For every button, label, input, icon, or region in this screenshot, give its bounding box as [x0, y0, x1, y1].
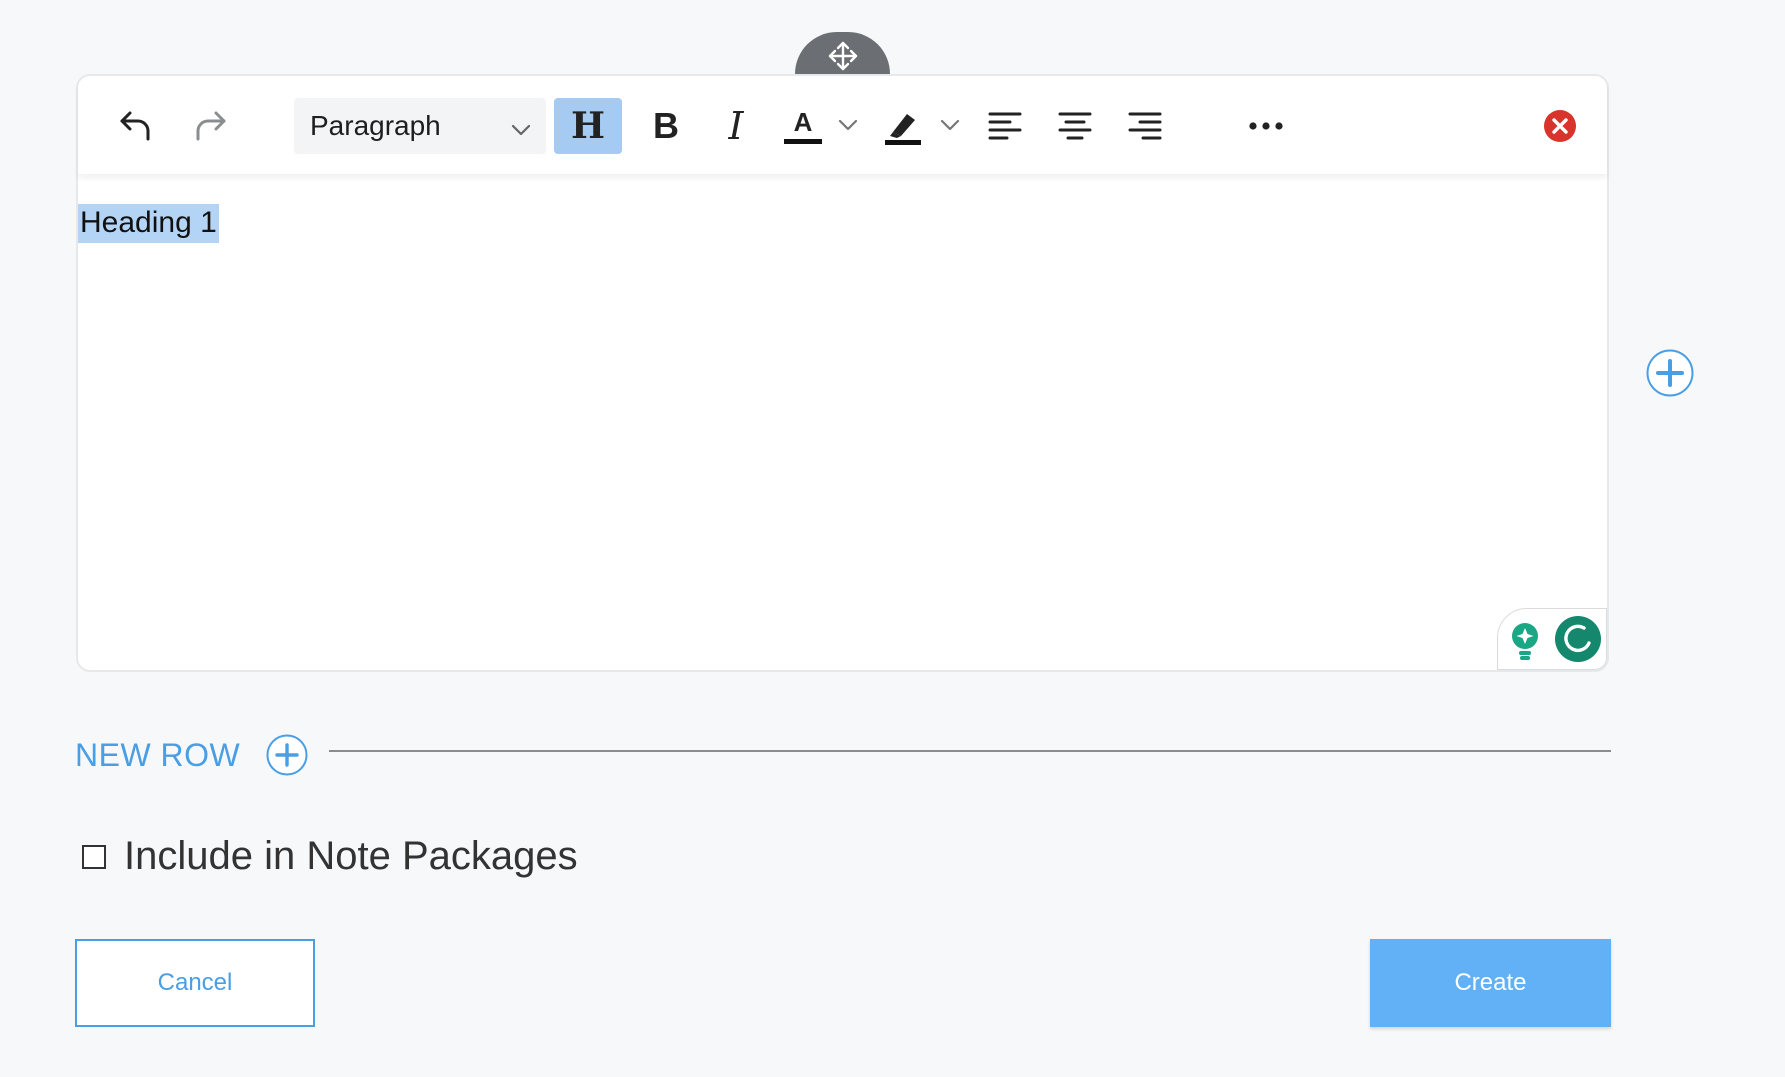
- highlight-button[interactable]: [878, 98, 928, 154]
- include-checkbox[interactable]: [82, 844, 106, 869]
- align-right-button[interactable]: [1120, 98, 1170, 154]
- chevron-down-icon: [510, 116, 532, 148]
- undo-icon: [118, 108, 154, 144]
- more-icon: [1248, 121, 1284, 131]
- font-color-dropdown[interactable]: [834, 110, 862, 140]
- align-center-icon: [1057, 110, 1093, 142]
- block-format-select[interactable]: Paragraph: [294, 98, 546, 154]
- chevron-down-icon: [939, 114, 961, 136]
- include-label[interactable]: Include in Note Packages: [124, 834, 578, 879]
- lightbulb-icon[interactable]: [1508, 621, 1542, 666]
- cancel-button[interactable]: Cancel: [75, 939, 315, 1027]
- add-row-button[interactable]: [266, 734, 308, 776]
- editor-toolbar: Paragraph H B I A: [78, 76, 1607, 174]
- new-row-label[interactable]: NEW ROW: [75, 737, 240, 774]
- include-in-note-packages: Include in Note Packages: [82, 834, 578, 879]
- plus-circle-icon: [1646, 349, 1694, 401]
- rich-text-editor[interactable]: Paragraph H B I A Heading 1: [76, 74, 1609, 672]
- editor-content[interactable]: Heading 1: [78, 204, 219, 243]
- drag-handle[interactable]: [795, 32, 890, 74]
- undo-button[interactable]: [112, 104, 160, 148]
- align-left-icon: [987, 110, 1023, 142]
- heading-button[interactable]: H: [554, 98, 622, 154]
- move-icon: [827, 40, 859, 77]
- font-color-letter: A: [793, 107, 813, 137]
- align-center-button[interactable]: [1050, 98, 1100, 154]
- block-format-value: Paragraph: [310, 110, 441, 141]
- align-left-button[interactable]: [980, 98, 1030, 154]
- selected-heading-text[interactable]: Heading 1: [78, 204, 219, 243]
- align-right-icon: [1127, 110, 1163, 142]
- highlighter-icon: [883, 106, 923, 146]
- plus-circle-icon: [266, 734, 308, 776]
- grammarly-widget[interactable]: [1497, 608, 1607, 670]
- create-button[interactable]: Create: [1370, 939, 1611, 1027]
- close-icon: [1543, 109, 1577, 143]
- close-editor-button[interactable]: [1538, 104, 1582, 148]
- font-color-button[interactable]: A: [778, 98, 828, 154]
- font-color-swatch: [784, 139, 822, 144]
- add-column-button[interactable]: [1646, 349, 1694, 397]
- new-row: NEW ROW: [75, 734, 308, 776]
- redo-button[interactable]: [186, 104, 234, 148]
- more-button[interactable]: [1238, 98, 1294, 154]
- redo-icon: [192, 108, 228, 144]
- chevron-down-icon: [837, 114, 859, 136]
- new-row-divider: [329, 750, 1611, 752]
- grammarly-icon[interactable]: [1554, 615, 1602, 668]
- italic-button[interactable]: I: [708, 98, 764, 154]
- highlight-dropdown[interactable]: [936, 110, 964, 140]
- bold-button[interactable]: B: [638, 98, 694, 154]
